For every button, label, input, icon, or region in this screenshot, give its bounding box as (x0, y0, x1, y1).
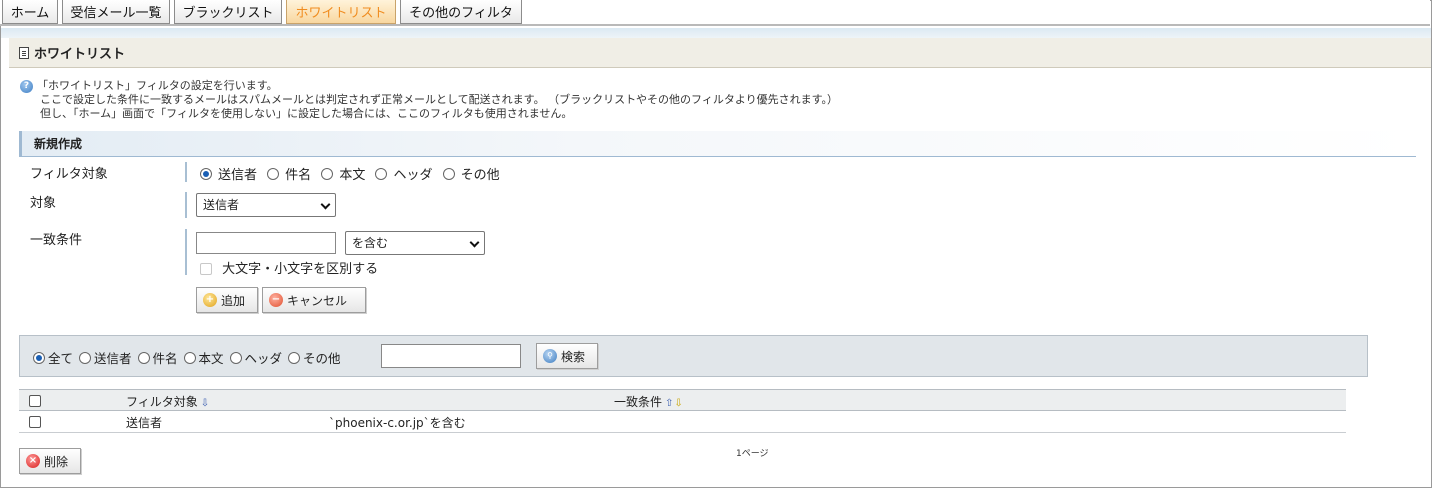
tab-whitelist[interactable]: ホワイトリスト (286, 0, 396, 24)
table-row: 送信者 `phoenix-c.or.jp`を含む (19, 411, 1346, 433)
delete-icon: × (26, 454, 40, 468)
filter-target-radio-group: 送信者 件名 本文 ヘッダ その他 (200, 164, 506, 183)
radio-button[interactable] (79, 352, 91, 364)
cancel-icon: − (269, 293, 283, 307)
radio-option-subject[interactable]: 件名 (267, 164, 311, 183)
cancel-button-label: キャンセル (287, 293, 348, 308)
tab-bar: ホーム 受信メール一覧 ブラックリスト ホワイトリスト その他のフィルタ (0, 0, 1430, 26)
tab-blacklist[interactable]: ブラックリスト (174, 0, 282, 24)
cancel-button[interactable]: − キャンセル (262, 287, 366, 313)
radio-button[interactable] (229, 352, 242, 364)
chevron-down-icon (320, 199, 331, 210)
section-title-new: 新規作成 (19, 131, 1416, 157)
filter-target-label: フィルタ対象 (30, 167, 108, 182)
radio-button[interactable] (200, 168, 212, 180)
row-filter-target: 送信者 (126, 416, 163, 430)
tab-other-filters[interactable]: その他のフィルタ (400, 0, 522, 24)
info-line: ここで設定した条件に一致するメールはスパムメールとは判定されず正常メールとして配… (40, 93, 839, 106)
page-header: ホワイトリスト (9, 38, 1431, 68)
chevron-down-icon (469, 237, 480, 248)
search-option-body[interactable]: 本文 (183, 348, 224, 367)
column-header-label: フィルタ対象 (126, 395, 198, 409)
search-panel: 全て 送信者 件名 本文 ヘッダ その他 ⚲ 検索 (19, 335, 1368, 377)
tab-inbox[interactable]: 受信メール一覧 (62, 0, 170, 24)
case-sensitive-option: 大文字・小文字を区別する (200, 258, 378, 277)
select-all-checkbox[interactable] (29, 395, 41, 407)
row-checkbox[interactable] (29, 416, 41, 428)
sort-down-icon[interactable]: ⇩ (201, 398, 209, 409)
target-select[interactable]: 送信者 (196, 193, 336, 217)
info-line: 但し、「ホーム」画面で「フィルタを使用しない」に設定した場合には、ここのフィルタ… (40, 107, 573, 120)
row-separator (185, 162, 187, 182)
row-checkbox-cell (29, 415, 41, 429)
column-header-filter-target[interactable]: フィルタ対象 ⇩ (126, 393, 209, 410)
header-strip (1, 28, 1431, 38)
table-header: フィルタ対象 ⇩ 一致条件 ⇧⇩ (19, 389, 1346, 411)
target-label: 対象 (30, 196, 57, 211)
search-input[interactable] (381, 344, 521, 368)
radio-button[interactable] (288, 352, 300, 364)
radio-option-sender[interactable]: 送信者 (200, 164, 257, 183)
search-option-all[interactable]: 全て (33, 348, 73, 367)
search-option-subject[interactable]: 件名 (137, 348, 178, 367)
search-option-sender[interactable]: 送信者 (79, 348, 132, 367)
match-condition-label: 一致条件 (30, 233, 83, 248)
delete-button[interactable]: × 削除 (19, 448, 81, 474)
search-option-other[interactable]: その他 (288, 348, 341, 367)
target-select-value: 送信者 (203, 198, 240, 212)
case-sensitive-label: 大文字・小文字を区別する (222, 262, 379, 277)
search-option-header[interactable]: ヘッダ (229, 348, 282, 367)
search-button[interactable]: ⚲ 検索 (536, 343, 598, 369)
match-text-input[interactable] (196, 232, 336, 254)
sort-down-icon[interactable]: ⇩ (674, 398, 682, 409)
radio-button[interactable] (375, 168, 388, 180)
radio-option-header[interactable]: ヘッダ (375, 164, 432, 183)
tab-home[interactable]: ホーム (2, 0, 58, 24)
case-sensitive-checkbox[interactable] (200, 263, 212, 275)
row-condition: `phoenix-c.or.jp`を含む (329, 416, 466, 430)
column-header-match-condition[interactable]: 一致条件 ⇧⇩ (614, 393, 683, 410)
radio-button[interactable] (321, 168, 334, 180)
radio-button[interactable] (442, 168, 455, 180)
search-scope-radio-group: 全て 送信者 件名 本文 ヘッダ その他 (33, 348, 343, 367)
radio-button[interactable] (183, 352, 196, 364)
document-icon (19, 46, 29, 59)
column-header-label: 一致条件 (614, 395, 663, 409)
radio-option-other[interactable]: その他 (442, 164, 500, 183)
radio-button[interactable] (267, 168, 280, 180)
info-line: 「ホワイトリスト」フィルタの設定を行います。 (37, 79, 278, 92)
page-indicator: 1ページ (736, 449, 769, 459)
sort-up-icon[interactable]: ⇧ (665, 398, 673, 409)
add-button-label: 追加 (221, 293, 246, 308)
row-separator (185, 192, 187, 218)
search-icon: ⚲ (543, 349, 557, 363)
match-mode-select[interactable]: を含む (345, 231, 485, 255)
add-icon: + (203, 293, 217, 307)
radio-option-body[interactable]: 本文 (321, 164, 365, 183)
match-mode-select-value: を含む (352, 236, 389, 250)
row-separator (185, 229, 187, 275)
page-title: ホワイトリスト (34, 47, 126, 62)
radio-button[interactable] (33, 352, 45, 364)
add-button[interactable]: + 追加 (196, 287, 258, 313)
select-all-checkbox-cell (29, 394, 41, 408)
search-button-label: 検索 (561, 349, 586, 364)
delete-button-label: 削除 (44, 454, 69, 469)
help-icon: ? (20, 80, 33, 93)
radio-button[interactable] (137, 352, 150, 364)
